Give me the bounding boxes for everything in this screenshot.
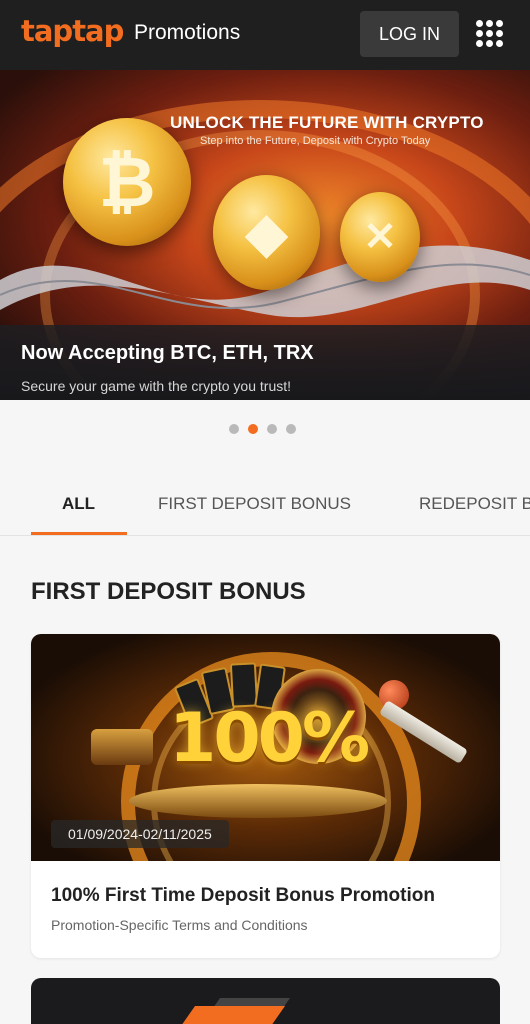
grid-menu-icon[interactable] — [476, 20, 503, 47]
hero-text: Secure your game with the crypto you tru… — [21, 378, 292, 394]
carousel-dot-1[interactable] — [229, 424, 239, 434]
top-header: taptap Promotions LOG IN — [0, 0, 530, 70]
next-card-accent — [166, 1006, 286, 1024]
promo-date-badge: 01/09/2024-02/11/2025 — [51, 820, 229, 848]
section-title: FIRST DEPOSIT BONUS — [31, 578, 306, 605]
taptap-logo[interactable]: taptap — [21, 14, 124, 48]
promo-card-next[interactable] — [31, 978, 500, 1024]
banner-podium — [129, 784, 387, 818]
promo-tabs: ALL FIRST DEPOSIT BONUS REDEPOSIT B — [0, 470, 530, 536]
tab-redeposit-bonus[interactable]: REDEPOSIT B — [419, 494, 530, 514]
carousel-dot-2-active[interactable] — [248, 424, 258, 434]
login-button[interactable]: LOG IN — [360, 11, 459, 57]
ethereum-coin-icon: ◆ — [213, 175, 320, 290]
bitcoin-coin-icon: ₿ — [63, 118, 191, 246]
tab-all[interactable]: ALL — [62, 494, 95, 514]
promo-percent-graphic: 100% — [169, 699, 370, 778]
hero-subheadline: Step into the Future, Deposit with Crypt… — [200, 135, 431, 147]
hero-banner[interactable]: UNLOCK THE FUTURE WITH CRYPTO Step into … — [0, 70, 530, 400]
promo-card-title[interactable]: 100% First Time Deposit Bonus Promotion — [51, 885, 435, 907]
hero-headline: UNLOCK THE FUTURE WITH CRYPTO — [170, 113, 484, 132]
hero-title: Now Accepting BTC, ETH, TRX — [21, 342, 314, 364]
tab-first-deposit-bonus[interactable]: FIRST DEPOSIT BONUS — [158, 494, 351, 514]
promo-card[interactable]: 100% 01/09/2024-02/11/2025 100% First Ti… — [31, 634, 500, 958]
xrp-coin-icon: ✕ — [340, 192, 420, 282]
slot-machine-icon — [91, 729, 153, 765]
promo-card-terms-link[interactable]: Promotion-Specific Terms and Conditions — [51, 917, 308, 933]
app-root: taptap Promotions LOG IN UNLOCK THE FUTU… — [0, 0, 530, 1024]
promo-card-banner: 100% 01/09/2024-02/11/2025 — [31, 634, 500, 861]
carousel-dot-4[interactable] — [286, 424, 296, 434]
active-tab-underline — [31, 532, 127, 535]
carousel-indicator — [229, 424, 296, 434]
page-title: Promotions — [134, 21, 241, 44]
carousel-dot-3[interactable] — [267, 424, 277, 434]
